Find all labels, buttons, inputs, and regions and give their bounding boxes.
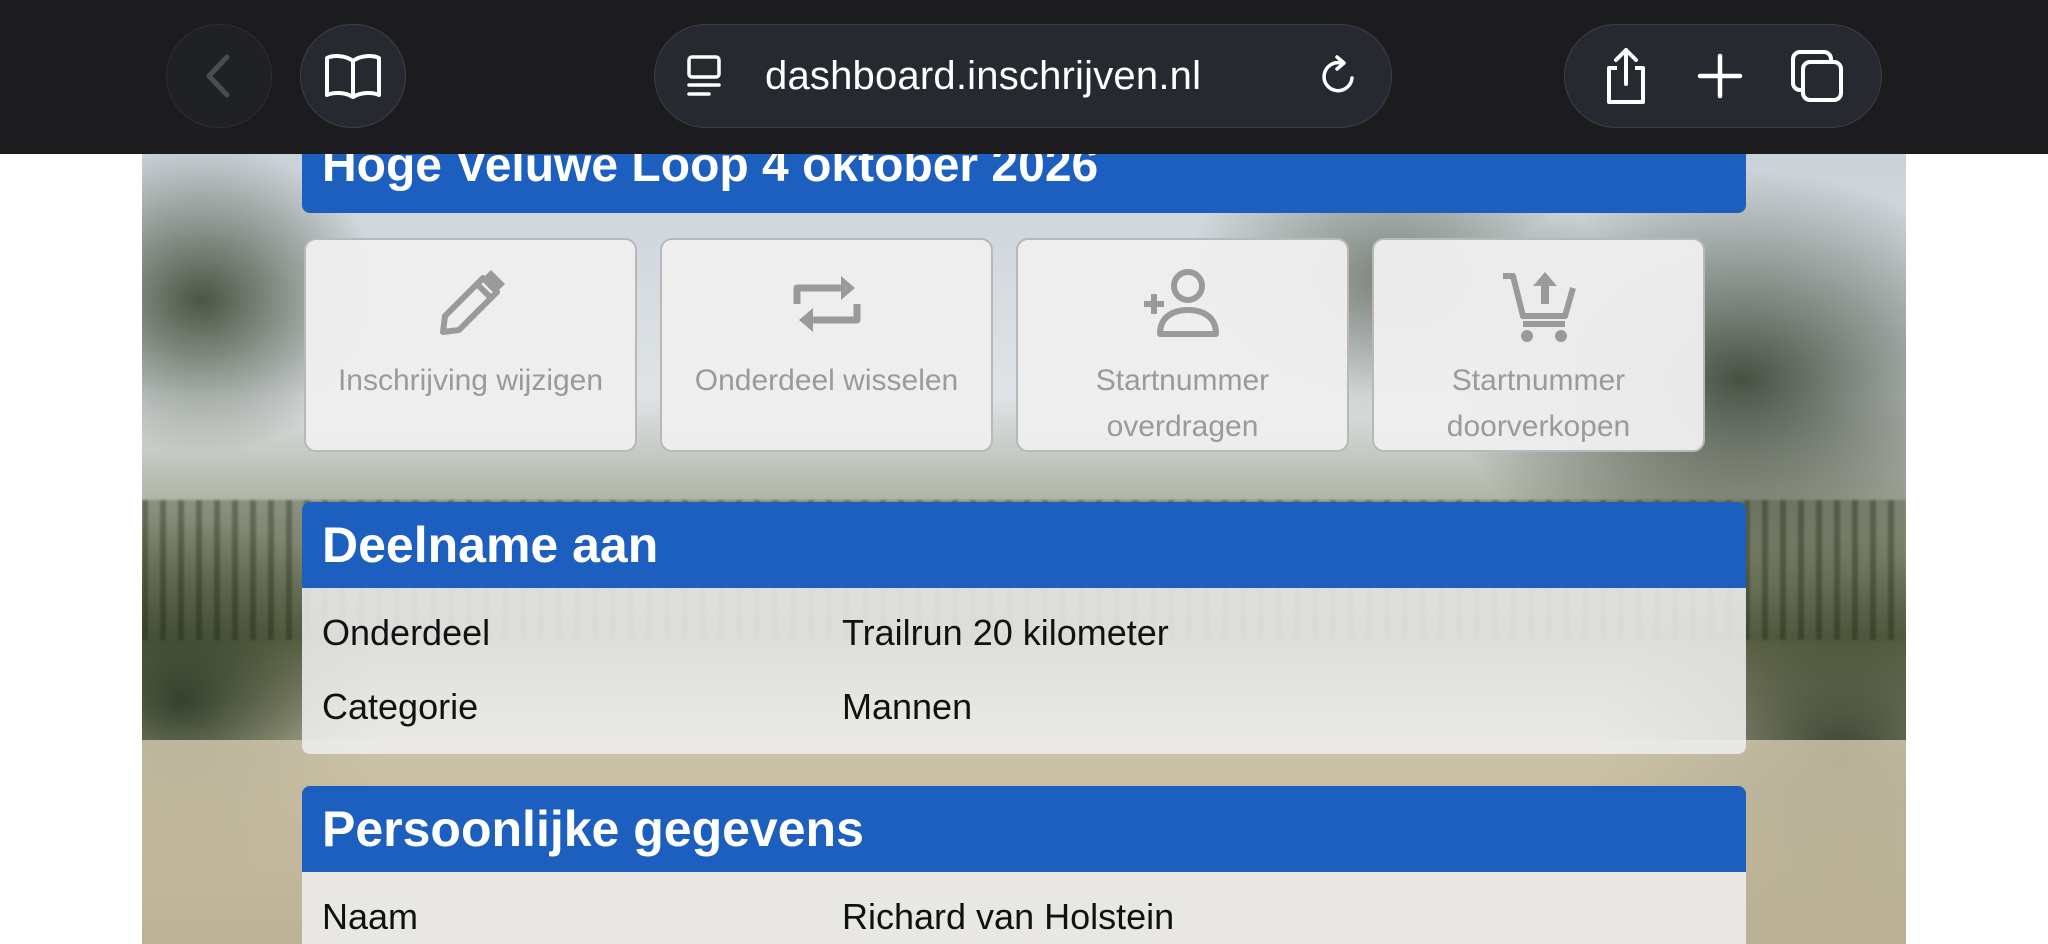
detail-key: Onderdeel <box>322 612 491 653</box>
detail-key: Naam <box>322 896 419 937</box>
detail-value: Trailrun 20 kilometer <box>842 612 1169 653</box>
participation-details: Onderdeel Trailrun 20 kilometer Categori… <box>302 588 1746 754</box>
detail-row: Categorie Mannen <box>302 670 1746 744</box>
book-icon <box>323 51 383 101</box>
detail-row: Onderdeel Trailrun 20 kilometer <box>302 596 1746 670</box>
page: dashboard.inschrijven.nl Hoge Veluwe Loo… <box>0 0 2048 944</box>
add-person-icon <box>1018 266 1347 342</box>
pencil-icon <box>306 266 635 342</box>
personal-heading: Persoonlijke gegevens <box>302 786 1746 872</box>
detail-key: Categorie <box>322 686 479 727</box>
action-label: Inschrijving wijzigen <box>337 364 604 397</box>
back-button[interactable] <box>166 24 272 128</box>
action-label: Onderdeel wisselen <box>694 364 959 397</box>
participation-section: Deelname aan Onderdeel Trailrun 20 kilom… <box>302 502 1746 754</box>
transfer-bib-button[interactable]: Startnummer overdragen <box>1016 238 1349 452</box>
plus-icon[interactable] <box>1695 51 1745 101</box>
detail-value: Richard van Holstein <box>842 896 1175 937</box>
detail-row: Naam Richard van Holstein <box>302 880 1746 944</box>
reload-icon[interactable] <box>1317 54 1361 98</box>
participation-heading: Deelname aan <box>302 502 1746 588</box>
personal-details: Naam Richard van Holstein <box>302 872 1746 944</box>
share-icon[interactable] <box>1601 46 1651 106</box>
switch-event-button[interactable]: Onderdeel wisselen <box>660 238 993 452</box>
personal-section: Persoonlijke gegevens Naam Richard van H… <box>302 786 1746 944</box>
chevron-left-icon <box>199 51 239 101</box>
address-bar[interactable]: dashboard.inschrijven.nl <box>654 24 1392 128</box>
url-text[interactable]: dashboard.inschrijven.nl <box>765 54 1317 99</box>
toolbar-actions <box>1564 24 1882 128</box>
browser-toolbar: dashboard.inschrijven.nl <box>0 0 2048 154</box>
detail-value: Mannen <box>842 686 973 727</box>
action-label: Startnummer doorverkopen <box>1446 364 1631 443</box>
reader-icon[interactable] <box>685 54 725 98</box>
edit-registration-button[interactable]: Inschrijving wijzigen <box>304 238 637 452</box>
action-buttons: Inschrijving wijzigen Onderdeel wisselen… <box>304 238 1708 452</box>
bookmarks-button[interactable] <box>300 24 406 128</box>
action-label: Startnummer overdragen <box>1095 364 1270 443</box>
resell-bib-button[interactable]: Startnummer doorverkopen <box>1372 238 1705 452</box>
tabs-icon[interactable] <box>1789 48 1845 104</box>
swap-icon <box>662 266 991 342</box>
cart-upload-icon <box>1374 266 1703 342</box>
